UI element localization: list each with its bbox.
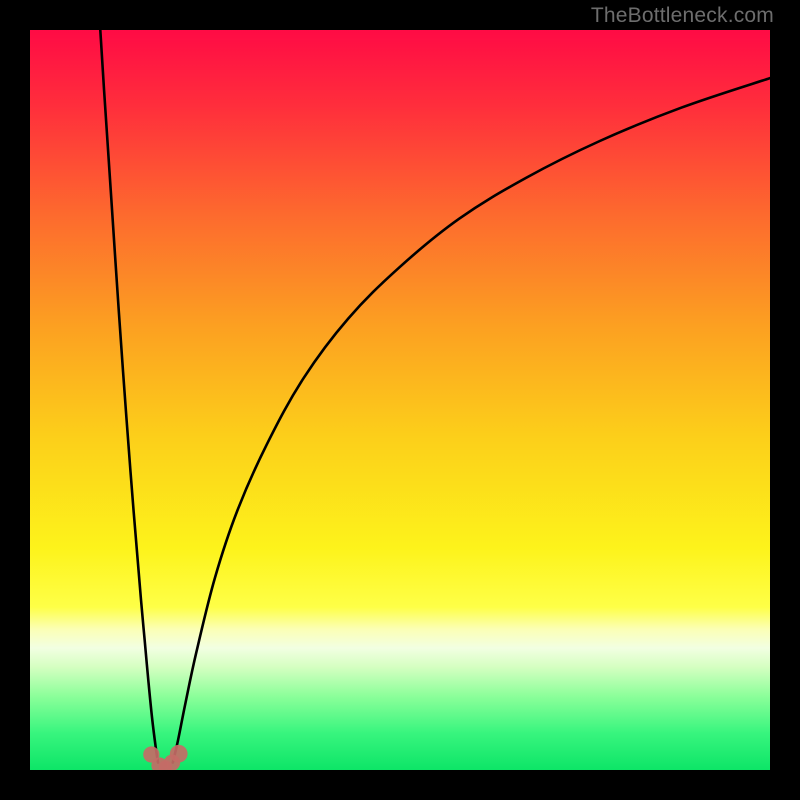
gradient-background [30, 30, 770, 770]
watermark-text: TheBottleneck.com [591, 4, 774, 28]
chart-plot-area [30, 30, 770, 770]
valley-marker [170, 745, 188, 763]
chart-svg [30, 30, 770, 770]
chart-frame: TheBottleneck.com [0, 0, 800, 800]
